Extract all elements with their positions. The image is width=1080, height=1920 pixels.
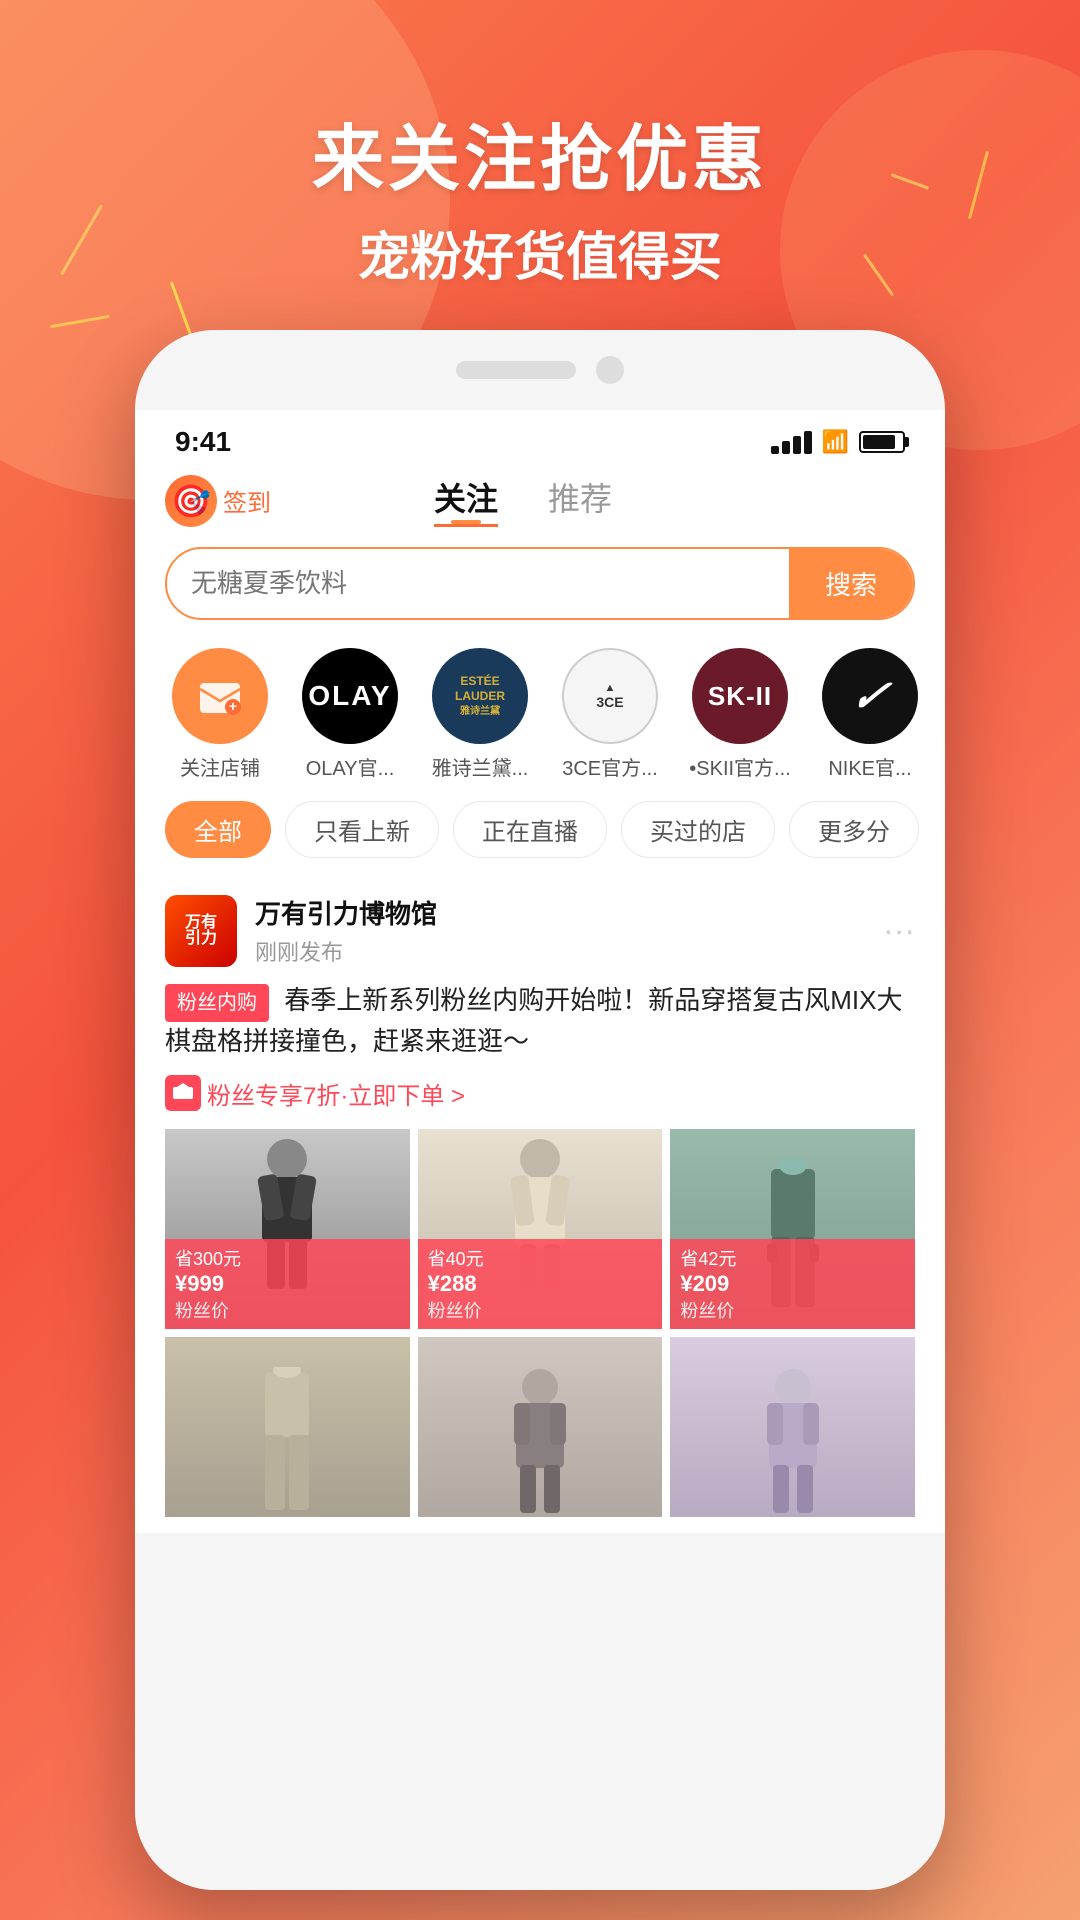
product-item-6[interactable] [670,1337,915,1517]
tab-recommend[interactable]: 推荐 [548,474,612,527]
filter-all[interactable]: 全部 [165,801,271,858]
post-author: 万有引力博物馆 [255,894,883,931]
store-item-olay[interactable]: OLAY OLAY官... [285,648,415,781]
store-name-olay: OLAY官... [306,752,395,781]
filter-chips: 全部 只看上新 正在直播 买过的店 更多分 [135,789,945,870]
phone-screen: 9:41 📶 🎯 签到 [135,410,945,1890]
battery-icon [859,431,905,453]
post-menu-button[interactable]: ··· [883,912,915,949]
store-avatar-estee: ESTÉELAUDER雅诗兰黛 [432,648,528,744]
nav-tabs: 关注 推荐 [271,474,775,527]
status-icons: 📶 [771,429,905,455]
product-item-2[interactable]: 省40元 ¥288 粉丝价 [418,1129,663,1329]
post-card: 万有引力 万有引力博物馆 刚刚发布 ··· 粉丝内购 春季上新系列粉丝内购开始啦… [135,870,945,1533]
wifi-icon: 📶 [822,429,849,455]
product-item-4[interactable] [165,1337,410,1517]
filter-more[interactable]: 更多分 [789,801,919,858]
hero-main-title: 来关注抢优惠 [0,100,1080,205]
store-name-followed: 关注店铺 [180,752,260,781]
store-name-nike: NIKE官... [828,752,911,781]
hero-section: 来关注抢优惠 宠粉好货值得买 [0,100,1080,290]
store-avatar-skii: SK-II [692,648,788,744]
store-avatar-nike: ✓ [822,648,918,744]
product-grid-row1: 省300元 ¥999 粉丝价 [165,1129,915,1329]
product-item-3[interactable]: 省42元 ¥209 粉丝价 [670,1129,915,1329]
store-name-3ce: 3CE官方... [562,752,658,781]
product-grid-row2 [165,1337,915,1517]
signal-icon [771,431,812,454]
store-avatar-olay: OLAY [302,648,398,744]
status-bar: 9:41 📶 [135,410,945,466]
filter-bought[interactable]: 买过的店 [621,801,775,858]
promo-icon [165,1075,201,1111]
post-promo[interactable]: 粉丝专享7折·立即下单 > [165,1075,915,1111]
search-input-wrap: 搜索 [165,547,915,620]
search-bar: 搜索 [135,539,945,636]
tab-follow[interactable]: 关注 [434,474,498,527]
store-name-skii: •SKII官方... [689,752,790,781]
phone-frame: 9:41 📶 🎯 签到 [135,330,945,1890]
store-item-nike[interactable]: ✓ NIKE官... [805,648,935,781]
store-name-estee: 雅诗兰黛... [432,752,529,781]
stores-row: + 关注店铺 OLAY OLAY官... ESTÉELAUDER雅诗兰黛 雅诗兰… [135,636,945,789]
phone-notch [135,330,945,410]
post-text: 粉丝内购 春季上新系列粉丝内购开始啦！新品穿搭复古风MIX大棋盘格拼接撞色，赶紧… [165,981,915,1061]
post-tag: 粉丝内购 [165,984,269,1022]
signin-label: 签到 [223,483,271,518]
promo-text: 粉丝专享7折·立即下单 > [207,1076,465,1111]
store-avatar-followed: + [172,648,268,744]
phone-camera [596,356,624,384]
filter-live[interactable]: 正在直播 [453,801,607,858]
product-badge-1: 省300元 ¥999 粉丝价 [165,1239,410,1329]
post-info: 万有引力博物馆 刚刚发布 [255,894,883,967]
filter-new[interactable]: 只看上新 [285,801,439,858]
svg-text:+: + [229,698,237,714]
store-item-3ce[interactable]: ▲ 3CE 3CE官方... [545,648,675,781]
product-badge-3: 省42元 ¥209 粉丝价 [670,1239,915,1329]
hero-sub-title: 宠粉好货值得买 [0,215,1080,290]
product-item-1[interactable]: 省300元 ¥999 粉丝价 [165,1129,410,1329]
store-item-estee[interactable]: ESTÉELAUDER雅诗兰黛 雅诗兰黛... [415,648,545,781]
product-badge-2: 省40元 ¥288 粉丝价 [418,1239,663,1329]
search-input[interactable] [167,552,789,615]
post-time: 刚刚发布 [255,935,883,967]
product-item-5[interactable] [418,1337,663,1517]
signin-icon: 🎯 [165,475,217,527]
top-nav: 🎯 签到 关注 推荐 [135,466,945,539]
post-avatar[interactable]: 万有引力 [165,895,237,967]
store-item-followed[interactable]: + 关注店铺 [155,648,285,781]
search-button[interactable]: 搜索 [789,549,913,618]
store-avatar-3ce: ▲ 3CE [562,648,658,744]
status-time: 9:41 [175,426,231,458]
signin-button[interactable]: 🎯 签到 [165,475,271,527]
store-item-skii[interactable]: SK-II •SKII官方... [675,648,805,781]
post-header: 万有引力 万有引力博物馆 刚刚发布 ··· [165,894,915,967]
content-area: 万有引力 万有引力博物馆 刚刚发布 ··· 粉丝内购 春季上新系列粉丝内购开始啦… [135,870,945,1890]
phone-speaker [456,361,576,379]
